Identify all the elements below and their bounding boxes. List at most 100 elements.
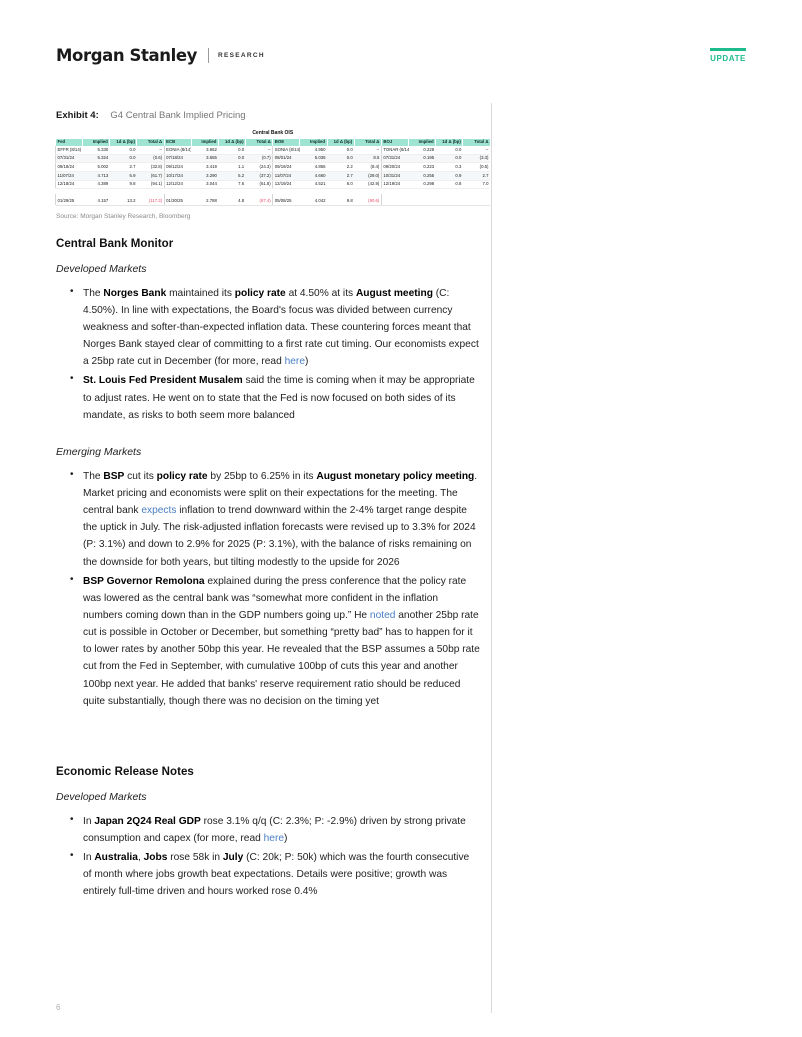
cbm-developed-markets-list: The Norges Bank maintained its policy ra… <box>56 284 480 424</box>
cell-implied: 3.044 <box>191 180 219 190</box>
cell-implied: 4.866 <box>299 162 328 172</box>
exhibit-table-wrapper: Central Bank OIS Fed Implied 1d Δ (bp) Total… <box>54 128 490 206</box>
list-item: The BSP cut its policy rate by 25bp to 6… <box>70 467 480 571</box>
emphasis-text: Norges Bank <box>103 287 167 299</box>
cell-1d-delta: 2.7 <box>327 171 355 181</box>
body-text: ) <box>304 356 309 368</box>
subsection-ern-developed-markets: Developed Markets <box>56 790 147 803</box>
cell-implied: 3.419 <box>191 162 219 172</box>
emphasis-text: Jobs <box>143 852 168 864</box>
cell-date: 08/01/24 <box>272 154 300 164</box>
cell-date: 09/20/24 <box>380 162 409 172</box>
section-title-economic-release-notes: Economic Release Notes <box>56 765 194 778</box>
column-header: Total Δ <box>462 138 490 147</box>
body-text: maintained its <box>166 287 235 299</box>
cell-1d-delta: 0.0 <box>218 154 246 164</box>
logo-divider <box>207 48 209 63</box>
cell-1d-delta: 0.0 <box>327 154 355 164</box>
total-cell-1d-delta: 13.2 <box>109 193 137 206</box>
emphasis-text: August meeting <box>355 287 433 299</box>
body-text: (C: 4.50%). In line with expectations, t… <box>83 287 479 368</box>
table-bottom-rule-cell <box>55 205 490 206</box>
update-badge: UPDATE <box>710 48 746 63</box>
column-header-bank-fed: Fed <box>54 138 83 147</box>
cell-date: 12/19/24 <box>380 180 409 190</box>
cell-date: 07/31/24 <box>54 154 83 164</box>
cell-total-delta: -- <box>462 146 490 155</box>
cell-total-delta: (94.1) <box>136 180 165 190</box>
inline-link[interactable]: expects <box>141 505 176 516</box>
body-text: The <box>83 470 104 482</box>
table-bottom-rule <box>55 205 490 206</box>
cell-implied: 5.035 <box>299 154 328 164</box>
inline-link[interactable]: noted <box>370 610 396 621</box>
cell-implied: 0.228 <box>408 146 436 155</box>
cell-1d-delta: 1.1 <box>218 162 246 172</box>
table-row: 07/31/24 5.324 0.0 (0.6) 07/18/24 3.655 0.0 (0.… <box>54 154 490 164</box>
table-title-row: Central Bank OIS <box>55 128 490 139</box>
cell-total-delta: (61.7) <box>136 171 165 181</box>
cell-date: SONIA (8/14) <box>272 146 300 155</box>
emphasis-text: August monetary policy meeting <box>316 470 475 482</box>
total-cell-date: 01/30/25 <box>163 193 192 206</box>
inline-link[interactable]: here <box>264 833 284 844</box>
section-title-central-bank-monitor: Central Bank Monitor <box>56 237 174 250</box>
exhibit-title: G4 Central Bank Implied Pricing <box>110 110 246 121</box>
total-cell-total-delta: (90.6) <box>354 193 382 206</box>
cell-1d-delta: 0.0 <box>435 154 463 164</box>
body-text: cut its <box>124 470 157 482</box>
cell-implied: 4.389 <box>82 180 110 190</box>
cell-date: 12/18/24 <box>54 180 83 190</box>
cell-1d-delta: 0.0 <box>109 154 137 164</box>
cell-implied: 5.002 <box>82 162 110 172</box>
cell-1d-delta: 6.9 <box>109 171 137 181</box>
cell-date: TONAR (8/14) <box>380 146 409 155</box>
total-cell-implied: 4.157 <box>82 193 110 206</box>
cell-total-delta: -- <box>354 146 382 155</box>
body-text: In <box>83 815 95 827</box>
column-header-bank-boe: BOE <box>272 138 300 147</box>
subsection-cbm-emerging-markets: Emerging Markets <box>56 445 142 458</box>
cell-total-delta: (37.2) <box>245 171 273 181</box>
cell-date: 09/12/24 <box>163 162 192 172</box>
cell-implied: 0.223 <box>408 162 436 172</box>
total-cell-1d-delta: 4.8 <box>218 193 246 206</box>
table-row: 12/18/24 4.389 9.8 (94.1) 12/12/24 3.044 7.6 (6… <box>54 180 490 190</box>
body-text: ) <box>284 833 288 845</box>
inline-link[interactable]: here <box>285 356 305 367</box>
exhibit-source-note: Source: Morgan Stanley Research, Bloombe… <box>56 212 191 220</box>
total-cell-date: 05/08/25 <box>272 193 300 206</box>
table-row: 09/18/24 5.002 2.7 (32.8) 09/12/24 3.419 1.1 (2… <box>54 162 490 172</box>
cell-total-delta: (42.9) <box>354 180 382 190</box>
emphasis-text: Japan 2Q24 Real GDP <box>94 815 201 827</box>
column-header: 1d Δ (bp) <box>217 138 246 147</box>
column-header-bank-ecb: ECB <box>163 138 192 147</box>
cell-date: 11/07/24 <box>54 171 83 181</box>
brand-name: Morgan Stanley <box>56 46 197 65</box>
body-text: by 25bp to 6.25% in its <box>207 470 317 482</box>
column-header: Implied <box>190 138 219 147</box>
cell-date: 09/19/24 <box>272 162 300 172</box>
cell-total-delta: (0.5) <box>462 162 490 172</box>
page-number: 6 <box>56 1003 61 1012</box>
cell-date: 11/07/24 <box>272 171 300 181</box>
central-bank-ois-table: Central Bank OIS Fed Implied 1d Δ (bp) Total… <box>54 128 490 206</box>
cbm-emerging-markets-list: The BSP cut its policy rate by 25bp to 6… <box>56 467 480 710</box>
exhibit-header: Exhibit 4: G4 Central Bank Implied Prici… <box>56 110 480 121</box>
cell-implied: 4.521 <box>299 180 328 190</box>
total-cell-date: 01/29/25 <box>54 193 83 206</box>
list-item: In Japan 2Q24 Real GDP rose 3.1% q/q (C:… <box>70 812 480 847</box>
cell-implied: 4.950 <box>299 146 328 155</box>
cell-implied: 3.655 <box>191 154 219 164</box>
total-cell-1d-delta: 9.8 <box>327 193 355 206</box>
cell-total-delta: (24.3) <box>245 162 273 172</box>
cell-total-delta: 7.0 <box>462 180 490 190</box>
emphasis-text: July <box>222 852 244 864</box>
cell-total-delta: (61.8) <box>245 180 273 190</box>
column-header: Implied <box>299 138 328 147</box>
total-cell-1d-delta <box>435 193 463 206</box>
cell-implied: 5.330 <box>82 146 110 155</box>
emphasis-text: Australia <box>94 852 138 864</box>
emphasis-text: policy rate <box>234 287 286 299</box>
cell-implied: 3.662 <box>191 146 219 155</box>
